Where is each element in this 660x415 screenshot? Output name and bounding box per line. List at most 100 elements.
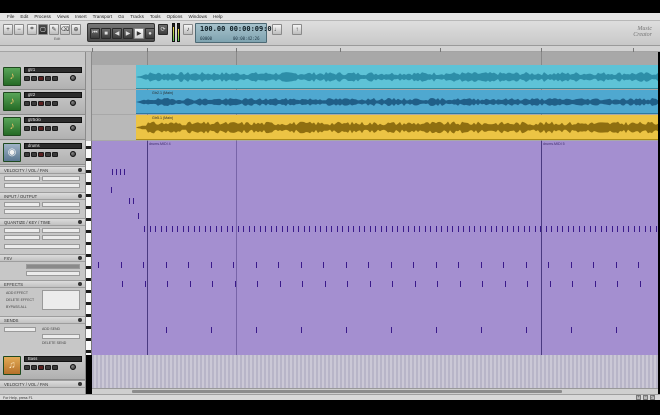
- midi-note[interactable]: [216, 226, 217, 232]
- midi-note[interactable]: [337, 226, 338, 232]
- midi-note[interactable]: [548, 262, 549, 268]
- track-name[interactable]: gtr1: [24, 67, 82, 73]
- midi-note[interactable]: [535, 226, 536, 232]
- arm-record-button[interactable]: [38, 126, 44, 131]
- time-display[interactable]: 100.00 00:00:09:04 60000 00:00:42:26: [195, 23, 276, 43]
- midi-note[interactable]: [233, 262, 234, 268]
- midi-note[interactable]: [353, 226, 354, 232]
- midi-note[interactable]: [166, 327, 167, 333]
- midi-note[interactable]: [505, 281, 506, 287]
- midi-note[interactable]: [557, 226, 558, 232]
- draw-tool-button[interactable]: ✎: [49, 24, 59, 35]
- midi-note[interactable]: [161, 226, 162, 232]
- section-toggle-icon[interactable]: [78, 282, 82, 286]
- midi-note[interactable]: [212, 281, 213, 287]
- midi-note[interactable]: [211, 327, 212, 333]
- menu-go[interactable]: Go: [118, 14, 124, 19]
- midi-note[interactable]: [529, 226, 530, 232]
- midi-note[interactable]: [386, 226, 387, 232]
- fx-button[interactable]: [52, 76, 58, 81]
- midi-note[interactable]: [579, 226, 580, 232]
- midi-note[interactable]: [391, 327, 392, 333]
- midi-note[interactable]: [425, 226, 426, 232]
- menu-tools[interactable]: Tools: [150, 14, 161, 19]
- midi-note[interactable]: [595, 226, 596, 232]
- add-effect-button[interactable]: ADD EFFECT: [6, 291, 28, 295]
- midi-note[interactable]: [413, 262, 414, 268]
- volume-knob[interactable]: [70, 151, 76, 157]
- midi-note[interactable]: [320, 226, 321, 232]
- mute-button[interactable]: [24, 365, 30, 370]
- midi-note[interactable]: [347, 281, 348, 287]
- mute-button[interactable]: [24, 76, 30, 81]
- midi-note[interactable]: [391, 262, 392, 268]
- velocity-slider[interactable]: [4, 183, 80, 188]
- play-button[interactable]: ▶: [134, 28, 144, 39]
- fx-preset-select[interactable]: [26, 264, 80, 269]
- midi-note[interactable]: [256, 327, 257, 333]
- midi-note[interactable]: [415, 281, 416, 287]
- midi-note[interactable]: [606, 226, 607, 232]
- midi-note[interactable]: [144, 226, 145, 232]
- midi-note[interactable]: [145, 281, 146, 287]
- midi-note[interactable]: [282, 226, 283, 232]
- midi-note[interactable]: [392, 226, 393, 232]
- menu-transport[interactable]: Transport: [93, 14, 113, 19]
- pan-field[interactable]: [42, 176, 80, 181]
- midi-note[interactable]: [403, 226, 404, 232]
- midi-note[interactable]: [323, 262, 324, 268]
- midi-note[interactable]: [315, 226, 316, 232]
- midi-note[interactable]: [177, 226, 178, 232]
- midi-note[interactable]: [301, 327, 302, 333]
- midi-note[interactable]: [143, 262, 144, 268]
- midi-note[interactable]: [188, 262, 189, 268]
- midi-note[interactable]: [458, 226, 459, 232]
- up-arrow-button[interactable]: ↑: [292, 24, 302, 35]
- midi-note[interactable]: [155, 226, 156, 232]
- output-select[interactable]: [42, 202, 80, 207]
- delete-send-button[interactable]: DELETE SEND: [42, 341, 66, 345]
- midi-note[interactable]: [116, 169, 117, 175]
- midi-note[interactable]: [507, 226, 508, 232]
- add-send-button[interactable]: ADD SEND: [42, 327, 60, 331]
- midi-note[interactable]: [617, 281, 618, 287]
- audio-clip-gtr5olo[interactable]: Gtr5.1 (Main): [136, 115, 658, 140]
- menu-file[interactable]: File: [7, 14, 14, 19]
- effects-section[interactable]: EFFECTS: [0, 280, 85, 288]
- midi-note[interactable]: [628, 226, 629, 232]
- midi-note[interactable]: [150, 226, 151, 232]
- midi-note[interactable]: [359, 226, 360, 232]
- midi-note[interactable]: [280, 281, 281, 287]
- snap-button[interactable]: ⌗: [27, 24, 37, 35]
- metronome-button[interactable]: ♪: [183, 24, 193, 35]
- midi-note[interactable]: [260, 226, 261, 232]
- effects-list[interactable]: [42, 290, 80, 310]
- volume-knob[interactable]: [70, 125, 76, 131]
- midi-note[interactable]: [419, 226, 420, 232]
- volume-knob[interactable]: [70, 100, 76, 106]
- midi-note[interactable]: [458, 262, 459, 268]
- key-field[interactable]: [4, 235, 40, 240]
- midi-note[interactable]: [551, 226, 552, 232]
- quantize-key-time-section[interactable]: QUANTIZE / KEY / TIME: [0, 218, 85, 226]
- midi-note[interactable]: [430, 226, 431, 232]
- midi-note[interactable]: [331, 226, 332, 232]
- volume-knob[interactable]: [70, 75, 76, 81]
- midi-note[interactable]: [122, 281, 123, 287]
- midi-note[interactable]: [375, 226, 376, 232]
- midi-note[interactable]: [571, 262, 572, 268]
- arm-record-button[interactable]: [38, 365, 44, 370]
- midi-note[interactable]: [593, 262, 594, 268]
- track-header-gtr2[interactable]: ♪ gtr2: [0, 90, 85, 115]
- midi-note[interactable]: [480, 226, 481, 232]
- midi-note[interactable]: [342, 226, 343, 232]
- midi-note[interactable]: [120, 169, 121, 175]
- audio-clip-gtr1[interactable]: [136, 65, 658, 89]
- midi-note[interactable]: [645, 226, 646, 232]
- midi-note[interactable]: [524, 226, 525, 232]
- midi-note[interactable]: [364, 226, 365, 232]
- menu-insert[interactable]: Insert: [75, 14, 87, 19]
- midi-note[interactable]: [232, 226, 233, 232]
- midi-note[interactable]: [256, 262, 257, 268]
- midi-note[interactable]: [639, 226, 640, 232]
